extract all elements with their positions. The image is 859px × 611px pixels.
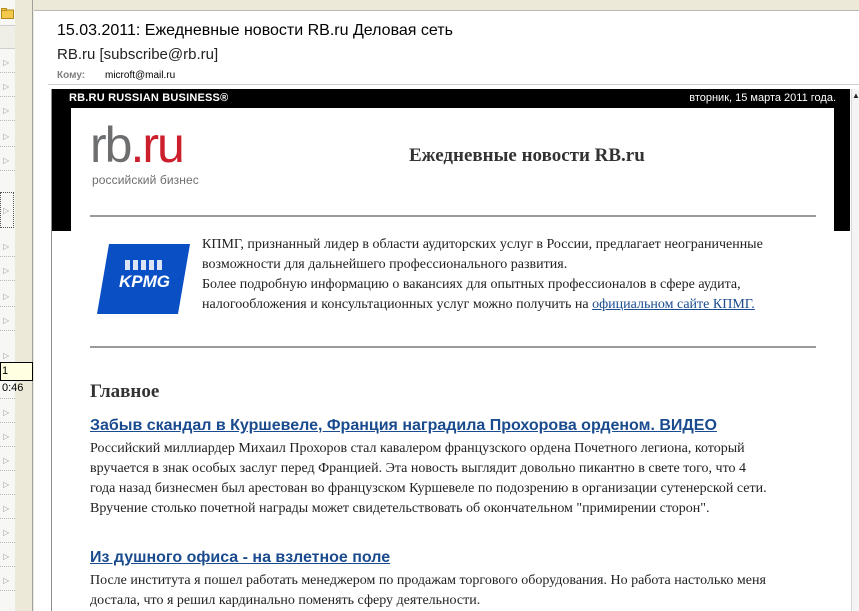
message-list-pane: ▷ ▷ ▷ ▷ ▷ ▷ ▷ ▷ ▷ ▷ ▷ ▷ ▷ ▷ ▷ ▷ ▷ ▷ ▷	[0, 0, 16, 611]
kpmg-ad-text: КПМГ, признанный лидер в области аудитор…	[202, 235, 812, 315]
time-tooltip: 1 0:46	[0, 362, 33, 394]
flag-icon[interactable]: ▷	[3, 133, 11, 141]
list-row-divider	[0, 590, 15, 592]
flag-icon[interactable]: ▷	[3, 433, 11, 441]
flag-icon[interactable]: ▷	[3, 267, 11, 275]
kpmg-paragraph-1: КПМГ, признанный лидер в области аудитор…	[202, 237, 763, 272]
list-row-divider	[0, 256, 15, 258]
splitter-edge	[32, 0, 33, 611]
folder-icon[interactable]	[1, 7, 14, 20]
section-heading: Главное	[90, 381, 160, 402]
article-title-link[interactable]: Забыв скандал в Куршевеле, Франция награ…	[90, 417, 717, 435]
newsletter-top-bar: RB.RU RUSSIAN BUSINESS® вторник, 15 март…	[52, 89, 850, 108]
list-row-divider	[0, 72, 15, 74]
flag-icon[interactable]: ▷	[3, 352, 11, 360]
to-recipient[interactable]: microft@mail.ru	[105, 70, 175, 81]
to-label: Кому:	[57, 70, 86, 81]
kpmg-logo-text: KPMG	[119, 272, 170, 291]
list-row-divider	[0, 518, 15, 520]
flag-icon[interactable]: ▷	[3, 157, 11, 165]
list-row-divider	[0, 446, 15, 448]
flag-icon[interactable]: ▷	[3, 409, 11, 417]
list-row-divider	[0, 494, 15, 496]
article-summary: После института я пошел работать менедже…	[90, 573, 766, 608]
section-divider	[90, 215, 816, 217]
kpmg-official-site-link[interactable]: официальном сайте КПМГ.	[592, 297, 755, 312]
flag-icon[interactable]: ▷	[3, 107, 11, 115]
flag-icon[interactable]: ▷	[3, 243, 11, 251]
list-row-divider	[0, 170, 15, 172]
list-row-divider	[0, 422, 15, 424]
newsletter-brand: RB.RU RUSSIAN BUSINESS®	[69, 92, 229, 104]
article-title-link[interactable]: Из душного офиса - на взлетное поле	[90, 549, 390, 567]
list-row-divider	[0, 120, 15, 122]
kpmg-logo[interactable]: KPMG	[97, 244, 190, 314]
logo-ru-text: .ru	[130, 117, 184, 173]
rb-ru-logo[interactable]: rb.ru российский бизнес	[90, 119, 230, 189]
list-row-divider	[0, 470, 15, 472]
list-row-divider	[0, 146, 15, 148]
flag-icon[interactable]: ▷	[3, 207, 11, 215]
flag-icon[interactable]: ▷	[3, 83, 11, 91]
list-column-header[interactable]	[0, 25, 15, 49]
logo-rb-text: rb	[90, 117, 132, 173]
newsletter-title: Ежедневные новости RB.ru	[409, 145, 645, 166]
flag-icon[interactable]: ▷	[3, 505, 11, 513]
list-row-divider	[0, 306, 15, 308]
list-row-divider	[0, 542, 15, 544]
flag-icon[interactable]: ▷	[3, 317, 11, 325]
list-row-divider	[0, 398, 15, 400]
header-black-border-left	[52, 108, 71, 231]
email-subject: 15.03.2011: Ежедневные новости RB.ru Дел…	[57, 22, 453, 39]
pane-splitter[interactable]	[15, 0, 34, 611]
header-black-border-right	[834, 108, 850, 231]
reading-pane: 15.03.2011: Ежедневные новости RB.ru Дел…	[34, 0, 859, 611]
list-row-divider	[0, 280, 15, 282]
message-scrollbar[interactable]: ▲	[851, 89, 859, 611]
newsletter-date: вторник, 15 марта 2011 года.	[689, 92, 836, 104]
flag-icon[interactable]: ▷	[3, 481, 11, 489]
list-row-divider	[0, 96, 15, 98]
article-summary: Российский миллиардер Михаил Прохоров ст…	[90, 441, 767, 516]
flag-icon[interactable]: ▷	[3, 529, 11, 537]
logo-tagline: российский бизнес	[92, 173, 199, 187]
scroll-up-arrow-icon[interactable]: ▲	[852, 91, 859, 100]
flag-icon[interactable]: ▷	[3, 59, 11, 67]
message-body: RB.RU RUSSIAN BUSINESS® вторник, 15 март…	[51, 89, 859, 611]
list-row-divider	[0, 566, 15, 568]
section-divider	[90, 346, 816, 348]
list-row-divider	[0, 330, 15, 332]
flag-icon[interactable]: ▷	[3, 577, 11, 585]
reading-pane-top-bar	[34, 0, 859, 11]
flag-icon[interactable]: ▷	[3, 457, 11, 465]
flag-icon[interactable]: ▷	[3, 553, 11, 561]
header-divider	[48, 84, 859, 85]
email-sender[interactable]: RB.ru [subscribe@rb.ru]	[57, 46, 218, 63]
flag-icon[interactable]: ▷	[3, 293, 11, 301]
